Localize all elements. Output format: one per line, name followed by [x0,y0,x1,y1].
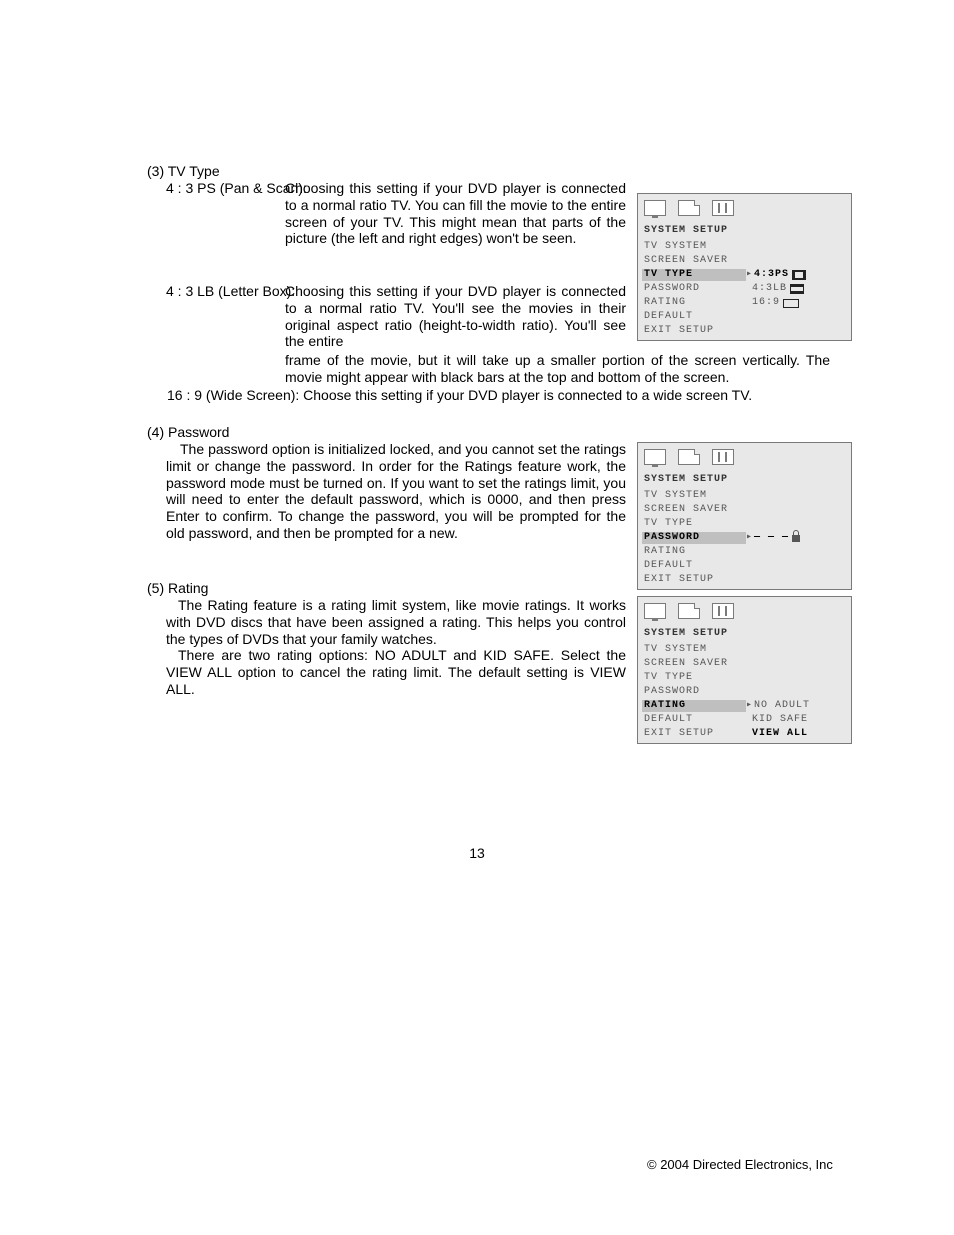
rating-p2: There are two rating options: NO ADULT a… [166,647,626,697]
osd-figure-tv-type: SYSTEM SETUP TV SYSTEM SCREEN SAVER TV T… [637,193,852,341]
arrow-icon: ▸ [746,700,754,712]
osd-item-tv-type: TV TYPE ▸ 4:3PS [638,268,851,282]
lock-icon [792,535,800,542]
page-number: 13 [0,845,954,862]
osd-item-tv-type: TV TYPE [638,517,851,531]
tv-type-lb-desc-a: Choosing this setting if your DVD player… [285,283,626,350]
osd-value: KID SAFE [752,714,808,726]
osd-label: TV TYPE [642,269,746,281]
tv-type-lb-desc-b: frame of the movie, but it will take up … [285,352,830,386]
osd-item-screen-saver: SCREEN SAVER [638,503,851,517]
manual-page: (3) TV Type 4 : 3 PS (Pan & Scan): Choos… [0,0,954,1235]
osd-label: TV TYPE [644,672,744,684]
osd-label: RATING [642,700,746,712]
note-icon [678,200,700,216]
ratio-ps-icon [792,270,806,280]
note-icon [678,449,700,465]
arrow-icon: ▸ [746,532,754,544]
osd-figure-password: SYSTEM SETUP TV SYSTEM SCREEN SAVER TV T… [637,442,852,590]
osd-label: RATING [644,297,744,309]
section-4-header: (4) Password [147,424,229,441]
osd-item-tv-system: TV SYSTEM [638,643,851,657]
copyright-footer: © 2004 Directed Electronics, Inc [647,1157,833,1173]
osd-title: SYSTEM SETUP [638,628,851,643]
osd-label: EXIT SETUP [644,728,744,740]
password-desc-text: The password option is initialized locke… [166,441,626,541]
sliders-icon [712,603,734,619]
osd-value: 4:3LB [752,283,787,295]
osd-label: SCREEN SAVER [644,255,744,267]
ratio-lb-icon [790,284,804,294]
monitor-icon [644,603,666,619]
tv-type-ps-desc: Choosing this setting if your DVD player… [285,180,626,247]
osd-figure-rating: SYSTEM SETUP TV SYSTEM SCREEN SAVER TV T… [637,596,852,744]
tv-type-lb-label: 4 : 3 LB (Letter Box): [166,283,295,300]
tv-type-ws-desc: 16 : 9 (Wide Screen): Choose this settin… [167,387,830,404]
osd-label: TV SYSTEM [644,644,744,656]
osd-label: DEFAULT [644,714,744,726]
osd-value: VIEW ALL [752,728,808,740]
osd-item-exit: EXIT SETUP [638,324,851,338]
osd-item-exit: EXIT SETUP VIEW ALL [638,727,851,741]
rating-desc: The Rating feature is a rating limit sys… [166,597,626,698]
osd-item-tv-type: TV TYPE [638,671,851,685]
ratio-ws-icon [783,299,799,308]
osd-label: DEFAULT [644,311,744,323]
osd-value: — — — [754,532,789,544]
osd-label: EXIT SETUP [644,325,744,337]
osd-value: NO ADULT [754,700,810,712]
note-icon [678,603,700,619]
rating-p1: The Rating feature is a rating limit sys… [166,597,626,647]
osd-label: PASSWORD [644,283,744,295]
osd-item-rating: RATING ▸ NO ADULT [638,699,851,713]
section-5-header: (5) Rating [147,580,208,597]
osd-item-screen-saver: SCREEN SAVER [638,254,851,268]
osd-item-password: PASSWORD ▸ — — — [638,531,851,545]
osd-item-default: DEFAULT [638,559,851,573]
osd-label: TV SYSTEM [644,241,744,253]
password-desc: The password option is initialized locke… [166,441,626,542]
osd-iconbar [638,443,851,474]
arrow-icon: ▸ [746,269,754,281]
osd-item-default: DEFAULT [638,310,851,324]
monitor-icon [644,449,666,465]
monitor-icon [644,200,666,216]
osd-title: SYSTEM SETUP [638,225,851,240]
sliders-icon [712,200,734,216]
osd-iconbar [638,597,851,628]
osd-title: SYSTEM SETUP [638,474,851,489]
osd-label: EXIT SETUP [644,574,744,586]
osd-item-password: PASSWORD 4:3LB [638,282,851,296]
osd-label: PASSWORD [642,532,746,544]
osd-item-tv-system: TV SYSTEM [638,489,851,503]
osd-item-screen-saver: SCREEN SAVER [638,657,851,671]
osd-iconbar [638,194,851,225]
osd-label: PASSWORD [644,686,744,698]
osd-label: DEFAULT [644,560,744,572]
osd-label: RATING [644,546,744,558]
osd-value: 16:9 [752,297,780,309]
osd-value: 4:3PS [754,269,789,281]
osd-item-password: PASSWORD [638,685,851,699]
section-3-header: (3) TV Type [147,163,220,180]
osd-label: SCREEN SAVER [644,658,744,670]
osd-item-tv-system: TV SYSTEM [638,240,851,254]
osd-item-default: DEFAULT KID SAFE [638,713,851,727]
osd-item-exit: EXIT SETUP [638,573,851,587]
osd-label: TV TYPE [644,518,744,530]
osd-label: TV SYSTEM [644,490,744,502]
osd-item-rating: RATING [638,545,851,559]
sliders-icon [712,449,734,465]
osd-item-rating: RATING 16:9 [638,296,851,310]
osd-label: SCREEN SAVER [644,504,744,516]
